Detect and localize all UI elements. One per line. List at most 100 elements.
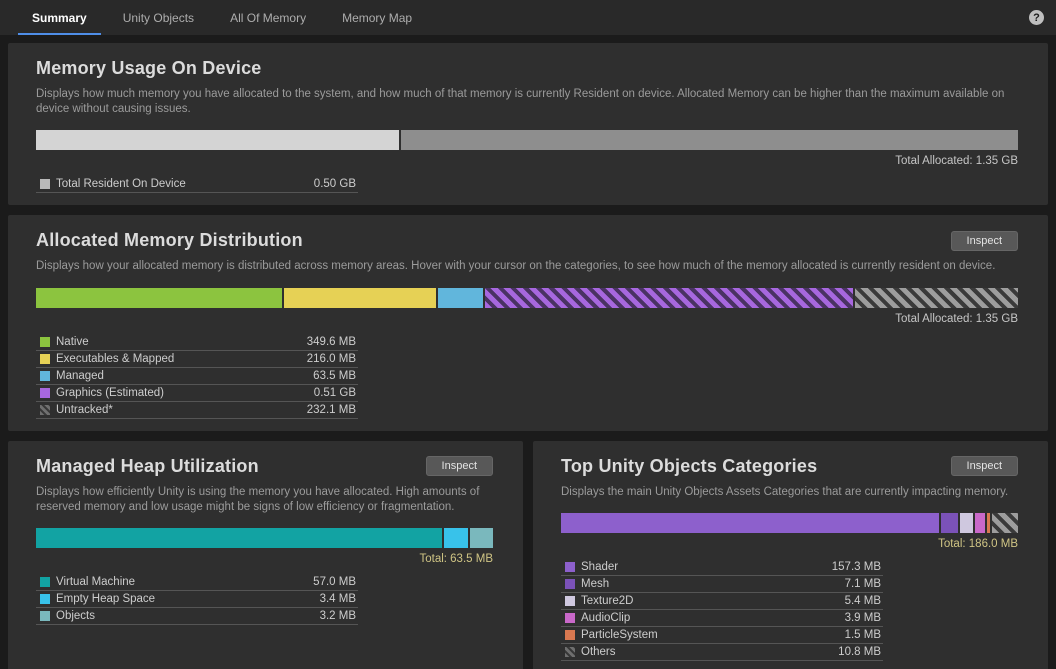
bar-segment-total-resident-on-device[interactable]: [36, 130, 399, 150]
panel-title-managed-heap: Managed Heap Utilization: [36, 456, 259, 477]
panel-allocated-distribution: Allocated Memory Distribution Inspect Di…: [8, 215, 1048, 430]
summary-page: Memory Usage On Device Displays how much…: [0, 35, 1056, 669]
legend-value: 216.0 MB: [307, 353, 356, 365]
legend-value: 3.9 MB: [845, 612, 881, 624]
total-label: Total: 63.5 MB: [36, 553, 493, 565]
legend-label: Untracked*: [56, 404, 301, 416]
legend-row-untracked[interactable]: Untracked* 232.1 MB: [36, 402, 358, 419]
bottom-row: Managed Heap Utilization Inspect Display…: [8, 441, 1048, 669]
bar-segment-texture2d[interactable]: [960, 513, 973, 533]
legend-swatch-graphics-estimated: [40, 388, 50, 398]
legend-swatch-texture2d: [565, 596, 575, 606]
legend-value: 57.0 MB: [313, 576, 356, 588]
memory-usage-bar: [36, 130, 1018, 150]
legend-swatch-audioclip: [565, 613, 575, 623]
bar-segment-native[interactable]: [36, 288, 282, 308]
legend-swatch-mesh: [565, 579, 575, 589]
panel-description: Displays the main Unity Objects Assets C…: [561, 485, 1018, 500]
legend-swatch-empty-heap-space: [40, 594, 50, 604]
panel-title-top-unity-objects: Top Unity Objects Categories: [561, 456, 817, 477]
legend-value: 7.1 MB: [845, 578, 881, 590]
legend-label: Native: [56, 336, 301, 348]
legend-swatch-total-resident-on-device: [40, 179, 50, 189]
legend-swatch-managed: [40, 371, 50, 381]
legend-row-shader[interactable]: Shader157.3 MB: [561, 559, 883, 576]
legend-value: 10.8 MB: [838, 646, 881, 658]
help-icon[interactable]: ?: [1029, 10, 1044, 25]
bar-segment-empty-heap-space[interactable]: [444, 528, 468, 548]
legend-value: 63.5 MB: [313, 370, 356, 382]
panel-description: Displays how efficiently Unity is using …: [36, 485, 493, 515]
managed-heap-legend: Virtual Machine57.0 MBEmpty Heap Space3.…: [36, 574, 358, 625]
legend-value: 1.5 MB: [845, 629, 881, 641]
bar-segment-objects[interactable]: [470, 528, 493, 548]
legend-swatch-virtual-machine: [40, 577, 50, 587]
inspect-button[interactable]: Inspect: [426, 456, 493, 476]
total-label: Total: 186.0 MB: [561, 538, 1018, 550]
tab-memory-map[interactable]: Memory Map: [324, 0, 430, 35]
bar-segment-shader[interactable]: [561, 513, 939, 533]
legend-row-objects[interactable]: Objects 3.2 MB: [36, 608, 358, 625]
inspect-button[interactable]: Inspect: [951, 231, 1018, 251]
top-unity-objects-legend: Shader157.3 MBMesh7.1 MBTexture2D5.4 MBA…: [561, 559, 883, 661]
managed-heap-bar: [36, 528, 493, 548]
legend-row-managed[interactable]: Managed 63.5 MB: [36, 368, 358, 385]
panel-title-memory-usage: Memory Usage On Device: [36, 58, 262, 79]
tab-bar: SummaryUnity ObjectsAll Of MemoryMemory …: [0, 0, 1056, 35]
legend-swatch-particlesystem: [565, 630, 575, 640]
allocated-distribution-bar: [36, 288, 1018, 308]
legend-row-others[interactable]: Others 10.8 MB: [561, 644, 883, 661]
legend-label: Executables & Mapped: [56, 353, 301, 365]
bar-segment-executables-mapped[interactable]: [284, 288, 436, 308]
legend-value: 232.1 MB: [307, 404, 356, 416]
legend-row-audioclip[interactable]: AudioClip 3.9 MB: [561, 610, 883, 627]
legend-row-native[interactable]: Native 349.6 MB: [36, 334, 358, 351]
tab-unity-objects[interactable]: Unity Objects: [105, 0, 212, 35]
legend-label: AudioClip: [581, 612, 839, 624]
legend-value: 0.51 GB: [314, 387, 356, 399]
panel-managed-heap: Managed Heap Utilization Inspect Display…: [8, 441, 523, 669]
legend-row-executables-mapped[interactable]: Executables & Mapped 216.0 MB: [36, 351, 358, 368]
legend-row-total-resident-on-device[interactable]: Total Resident On Device0.50 GB: [36, 176, 358, 193]
panel-title-allocated-distribution: Allocated Memory Distribution: [36, 230, 303, 251]
bar-segment-audioclip[interactable]: [975, 513, 984, 533]
legend-row-empty-heap-space[interactable]: Empty Heap Space3.4 MB: [36, 591, 358, 608]
top-unity-objects-bar: [561, 513, 1018, 533]
bar-segment-particlesystem[interactable]: [987, 513, 991, 533]
panel-memory-usage: Memory Usage On Device Displays how much…: [8, 43, 1048, 205]
allocated-distribution-legend: Native 349.6 MB Executables & Mapped 216.0 …: [36, 334, 358, 419]
bar-segment-managed[interactable]: [438, 288, 483, 308]
legend-swatch-objects: [40, 611, 50, 621]
legend-label: Objects: [56, 610, 314, 622]
legend-row-mesh[interactable]: Mesh 7.1 MB: [561, 576, 883, 593]
tab-all-of-memory[interactable]: All Of Memory: [212, 0, 324, 35]
bar-segment-virtual-machine[interactable]: [36, 528, 442, 548]
legend-swatch-others: [565, 647, 575, 657]
inspect-button[interactable]: Inspect: [951, 456, 1018, 476]
legend-swatch-untracked: [40, 405, 50, 415]
total-allocated-label: Total Allocated: 1.35 GB: [36, 313, 1018, 325]
bar-segment-untracked[interactable]: [855, 288, 1018, 308]
legend-label: Mesh: [581, 578, 839, 590]
legend-label: Managed: [56, 370, 307, 382]
tab-summary[interactable]: Summary: [14, 0, 105, 35]
panel-description: Displays how much memory you have alloca…: [36, 87, 1018, 117]
legend-swatch-shader: [565, 562, 575, 572]
legend-label: Empty Heap Space: [56, 593, 314, 605]
legend-value: 3.2 MB: [320, 610, 356, 622]
legend-row-virtual-machine[interactable]: Virtual Machine57.0 MB: [36, 574, 358, 591]
legend-swatch-native: [40, 337, 50, 347]
legend-label: Shader: [581, 561, 826, 573]
legend-label: ParticleSystem: [581, 629, 839, 641]
bar-segment-mesh[interactable]: [941, 513, 958, 533]
legend-label: Others: [581, 646, 832, 658]
total-allocated-label: Total Allocated: 1.35 GB: [36, 155, 1018, 167]
panel-description: Displays how your allocated memory is di…: [36, 259, 1018, 274]
legend-row-graphics-estimated[interactable]: Graphics (Estimated)0.51 GB: [36, 385, 358, 402]
legend-row-texture2d[interactable]: Texture2D5.4 MB: [561, 593, 883, 610]
bar-segment-graphics-estimated[interactable]: [485, 288, 853, 308]
legend-value: 349.6 MB: [307, 336, 356, 348]
bar-segment-allocated-remainder[interactable]: [401, 130, 1018, 150]
legend-row-particlesystem[interactable]: ParticleSystem 1.5 MB: [561, 627, 883, 644]
bar-segment-others[interactable]: [992, 513, 1018, 533]
